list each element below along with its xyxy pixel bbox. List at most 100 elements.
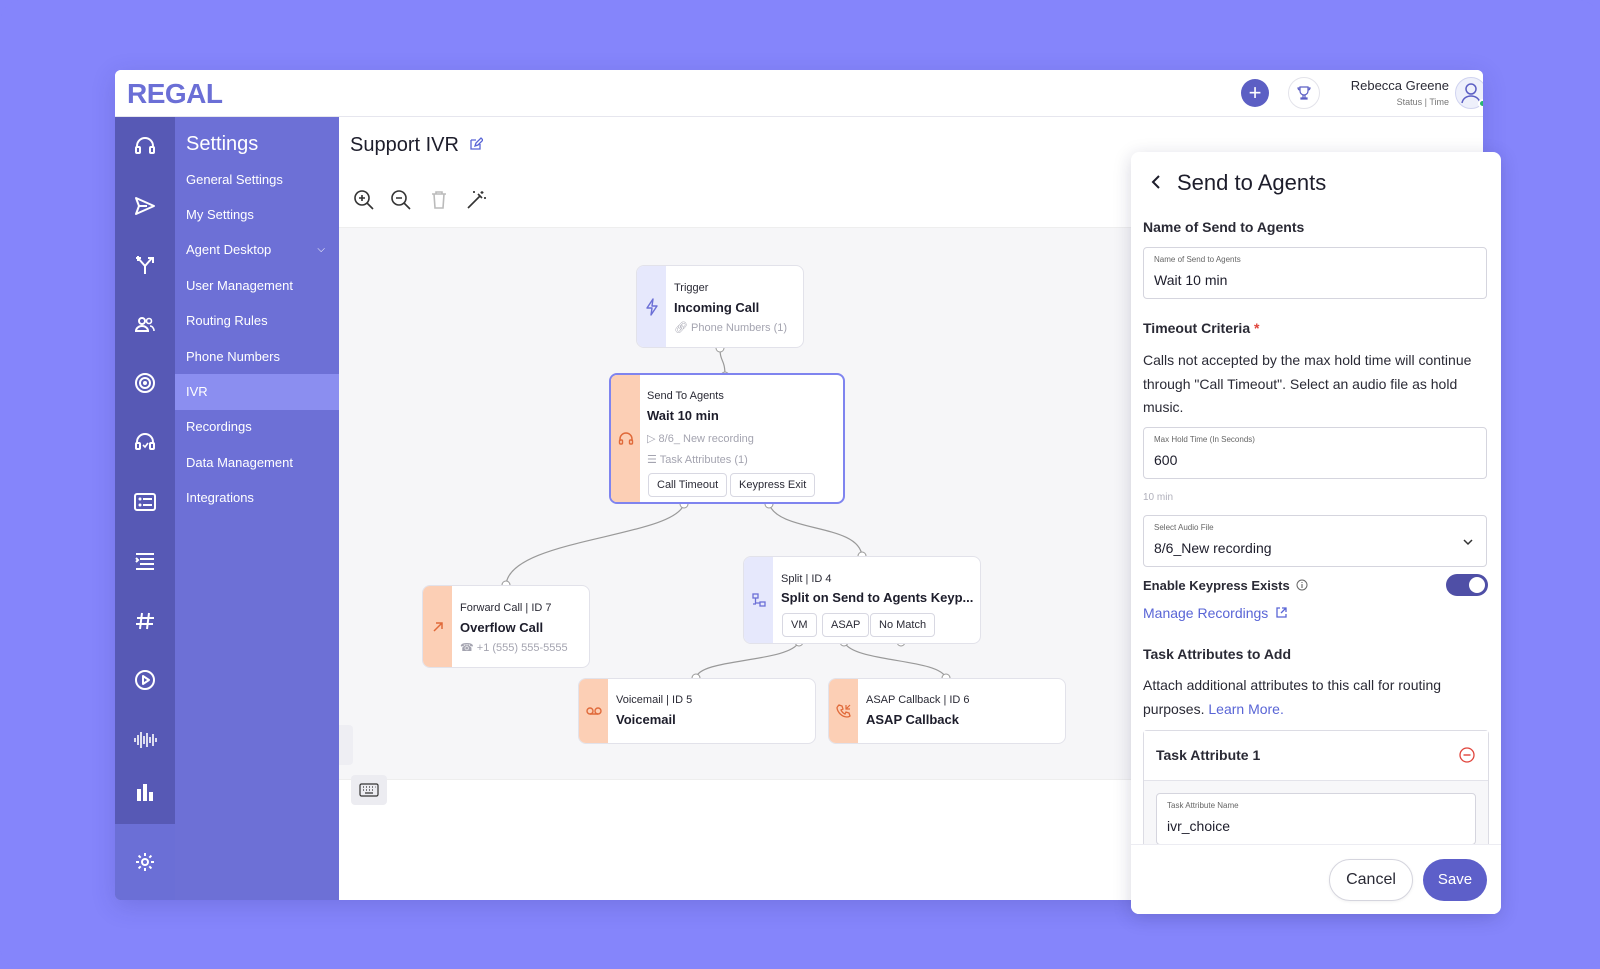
rail-routing[interactable] [115, 245, 175, 285]
learn-more-link[interactable]: Learn More. [1208, 701, 1283, 717]
back-button[interactable] [1149, 174, 1163, 195]
list-icon: ☰ [647, 454, 657, 466]
user-status[interactable]: Status | Time [1339, 97, 1449, 107]
node-meta-text: 8/6_ New recording [658, 433, 754, 445]
zoom-in-button[interactable] [353, 189, 377, 213]
zoom-out-icon [391, 190, 411, 210]
node-subtitle: ASAP Callback | ID 6 [866, 694, 970, 706]
keypress-toggle[interactable] [1446, 574, 1488, 596]
timeout-heading-text: Timeout Criteria [1143, 320, 1251, 336]
sidebar-item-data-management[interactable]: Data Management [175, 445, 339, 481]
sidebar-item-phone-numbers[interactable]: Phone Numbers [175, 339, 339, 375]
add-button[interactable]: + [1241, 79, 1269, 107]
chevron-down-icon [1463, 539, 1473, 546]
sidebar-item-my-settings[interactable]: My Settings [175, 197, 339, 233]
headset-icon [618, 431, 633, 445]
task-attribute-name-field[interactable]: Task Attribute Name ivr_choice [1156, 793, 1476, 845]
required-mark: * [1254, 320, 1260, 336]
split-node[interactable]: Split | ID 4 Split on Send to Agents Key… [743, 556, 981, 644]
timeout-heading: Timeout Criteria * [1143, 320, 1259, 336]
node-strip [423, 586, 452, 667]
chevron-down-icon: ⌵ [317, 244, 325, 255]
field-value: 600 [1154, 452, 1178, 468]
max-hold-time-field[interactable]: Max Hold Time (In Seconds) 600 [1143, 427, 1487, 479]
rail-waveform[interactable] [115, 720, 175, 760]
send-to-agents-panel: Send to Agents Name of Send to Agents Na… [1131, 152, 1501, 914]
field-value: 8/6_New recording [1154, 540, 1272, 556]
rail-support[interactable] [115, 422, 175, 462]
rail-send[interactable] [115, 186, 175, 226]
play-icon [135, 670, 155, 690]
manage-recordings-link[interactable]: Manage Recordings [1143, 602, 1288, 626]
manage-recordings-text: Manage Recordings [1143, 605, 1269, 621]
edit-title-button[interactable] [469, 137, 484, 156]
sidebar-item-recordings[interactable]: Recordings [175, 409, 339, 445]
rail-card-list[interactable] [115, 482, 175, 522]
icon-rail [115, 117, 175, 900]
node-meta-text: Task Attributes (1) [659, 454, 748, 466]
toggle-knob [1469, 577, 1485, 593]
external-link-icon [1276, 607, 1287, 618]
phone-icon: ☎︎ [460, 642, 474, 654]
sidebar-item-agent-desktop[interactable]: Agent Desktop ⌵ [175, 232, 339, 268]
remove-attribute-button[interactable] [1459, 747, 1475, 768]
keyboard-icon [359, 783, 379, 797]
user-name: Rebecca Greene [1350, 78, 1449, 93]
send-icon [135, 197, 155, 215]
support-headset-icon [135, 433, 155, 450]
vm-chip[interactable]: VM [782, 613, 817, 637]
headset-icon [135, 137, 155, 154]
rail-bar-chart[interactable] [115, 772, 175, 812]
name-field[interactable]: Name of Send to Agents Wait 10 min [1143, 247, 1487, 299]
sidebar-item-routing-rules[interactable]: Routing Rules [175, 303, 339, 339]
save-button[interactable]: Save [1423, 859, 1487, 901]
auto-layout-button[interactable] [465, 189, 489, 213]
rail-at-sign[interactable] [115, 363, 175, 403]
field-value: Wait 10 min [1154, 272, 1228, 288]
phone-callback-icon [835, 704, 851, 718]
call-timeout-chip[interactable]: Call Timeout [648, 473, 728, 497]
sidebar-item-integrations[interactable]: Integrations [175, 480, 339, 516]
trigger-node[interactable]: Trigger Incoming Call 🔗︎ Phone Numbers (… [636, 265, 804, 348]
asap-chip[interactable]: ASAP [822, 613, 870, 637]
side-drawer-handle[interactable] [339, 725, 353, 765]
play-square-icon: ▷ [647, 433, 656, 445]
node-title: Voicemail [616, 712, 676, 727]
keypress-label-text: Enable Keypress Exists [1143, 578, 1290, 593]
routing-icon [136, 256, 154, 274]
node-strip [611, 375, 640, 502]
rail-users[interactable] [115, 304, 175, 344]
rail-settings[interactable] [115, 824, 175, 900]
audio-file-select[interactable]: Select Audio File 8/6_New recording [1143, 515, 1487, 567]
rail-play[interactable] [115, 660, 175, 700]
node-meta-attributes: ☰ Task Attributes (1) [647, 453, 748, 466]
sidebar-item-general-settings[interactable]: General Settings [175, 162, 339, 198]
forward-call-node[interactable]: Forward Call | ID 7 Overflow Call ☎︎ +1 … [422, 585, 590, 668]
chevron-left-icon [1151, 175, 1160, 189]
voicemail-node[interactable]: Voicemail | ID 5 Voicemail [578, 678, 816, 744]
zoom-out-button[interactable] [390, 189, 414, 213]
name-heading: Name of Send to Agents [1143, 219, 1305, 235]
delete-button[interactable] [428, 189, 452, 213]
send-to-agents-node[interactable]: Send To Agents Wait 10 min ▷ 8/6_ New re… [609, 373, 845, 504]
minus-circle-icon [1459, 747, 1475, 763]
trophy-button[interactable] [1288, 77, 1320, 109]
sidebar-item-user-management[interactable]: User Management [175, 268, 339, 304]
no-match-chip[interactable]: No Match [870, 613, 936, 637]
node-meta: 🔗︎ Phone Numbers (1) [674, 321, 787, 334]
panel-title: Send to Agents [1177, 170, 1327, 195]
rail-hashtag[interactable] [115, 601, 175, 641]
node-meta-text: Phone Numbers (1) [691, 322, 788, 334]
cancel-button[interactable]: Cancel [1329, 859, 1413, 901]
rail-headset[interactable] [115, 126, 175, 166]
sidebar-item-ivr[interactable]: IVR [175, 374, 339, 410]
keyboard-shortcuts-button[interactable] [351, 775, 387, 805]
node-meta-text: +1 (555) 555-5555 [476, 642, 568, 654]
rail-list[interactable] [115, 541, 175, 581]
task-attributes-description: Attach additional attributes to this cal… [1143, 674, 1489, 721]
keypress-exit-chip[interactable]: Keypress Exit [730, 473, 816, 497]
node-meta-recording: ▷ 8/6_ New recording [647, 432, 754, 445]
field-value: ivr_choice [1167, 818, 1231, 834]
asap-callback-node[interactable]: ASAP Callback | ID 6 ASAP Callback [828, 678, 1066, 744]
top-bar: REGAL + Rebecca Greene Status | Time [115, 70, 1483, 117]
